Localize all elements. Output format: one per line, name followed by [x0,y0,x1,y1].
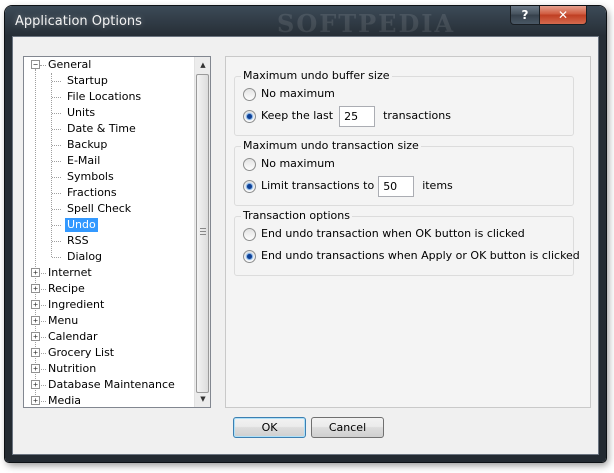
end-on-ok-label: End undo transaction when OK button is c… [261,227,525,240]
tree-label: Startup [67,74,108,87]
tree-scrollbar[interactable]: ▲ ▼ [194,57,210,407]
tree-label: E-Mail [67,154,101,167]
tree-label: Undo [65,218,98,232]
tree-label: Symbols [67,170,114,183]
end-on-apply-ok-radio[interactable] [243,249,256,263]
expand-icon[interactable]: + [31,268,40,277]
end-on-ok-option[interactable]: End undo transaction when OK button is c… [243,224,525,244]
tree-label: Calendar [48,330,98,343]
close-icon: ✕ [557,8,569,22]
scrollbar-thumb[interactable] [196,74,209,393]
options-tree[interactable]: − General Startup File Locations Units Date… [23,56,211,408]
help-icon: ? [521,8,529,22]
end-on-apply-ok-label: End undo transactions when Apply or OK b… [261,249,580,262]
tree-label: Dialog [67,250,103,263]
tree-label: Fractions [67,186,117,199]
buffer-no-maximum-label: No maximum [261,87,335,100]
expand-icon[interactable]: + [31,316,40,325]
tree-label: Backup [67,138,108,151]
end-on-apply-ok-option[interactable]: End undo transactions when Apply or OK b… [243,246,580,266]
tree-label: Internet [48,266,92,279]
expand-icon[interactable]: + [31,396,40,405]
tree-label: Grocery List [48,346,115,359]
transaction-options-group: Transaction options End undo transaction… [234,209,580,276]
buffer-no-maximum-radio[interactable] [243,87,256,101]
limit-radio[interactable] [243,179,256,193]
undo-transaction-group: Maximum undo transaction size No maximum… [234,139,574,206]
buffer-no-maximum-option[interactable]: No maximum [243,84,335,104]
undo-settings-panel: Maximum undo buffer size No maximum Keep… [225,56,591,408]
tree-label-general: General [48,58,92,71]
undo-buffer-title: Maximum undo buffer size [241,69,392,82]
keep-last-unit: transactions [383,109,451,122]
transaction-no-maximum-option[interactable]: No maximum [243,154,335,174]
limit-unit: items [422,179,453,192]
tree-label: RSS [67,234,89,247]
limit-input[interactable]: 50 [378,175,415,197]
keep-last-option[interactable]: Keep the last 25 transactions [243,105,451,127]
expand-icon[interactable]: + [31,332,40,341]
tree-label: Units [67,106,96,119]
watermark: SOFTPEDIA [277,9,456,38]
help-button[interactable]: ? [510,6,540,25]
keep-last-input[interactable]: 25 [339,105,376,127]
collapse-icon[interactable]: − [31,60,40,69]
limit-label: Limit transactions to [261,179,375,192]
tree-label: Menu [48,314,79,327]
tree-label: Nutrition [48,362,97,375]
title-bar[interactable]: Application Options SOFTPEDIA ? ✕ [5,6,606,38]
scroll-up-icon[interactable]: ▲ [195,57,210,73]
tree-label: Spell Check [67,202,132,215]
expand-icon[interactable]: + [31,380,40,389]
window-title: Application Options [15,14,142,29]
tree-label: Database Maintenance [48,378,175,391]
expand-icon[interactable]: + [31,364,40,373]
transaction-no-maximum-radio[interactable] [243,157,256,171]
grip-icon [200,228,206,235]
tree-label: Media [48,394,82,407]
limit-option[interactable]: Limit transactions to 50 items [243,175,453,197]
tree-label: Date & Time [67,122,136,135]
close-button[interactable]: ✕ [539,6,587,25]
scroll-down-icon[interactable]: ▼ [195,391,210,407]
dialog-client-area: − General Startup File Locations Units Date… [12,36,599,455]
tree-label: Recipe [48,282,85,295]
undo-buffer-group: Maximum undo buffer size No maximum Keep… [234,69,574,136]
tree-label: File Locations [67,90,142,103]
cancel-button[interactable]: Cancel [311,417,384,438]
keep-last-radio[interactable] [243,109,256,123]
end-on-ok-radio[interactable] [243,227,256,241]
undo-transaction-title: Maximum undo transaction size [241,139,421,152]
expand-icon[interactable]: + [31,348,40,357]
expand-icon[interactable]: + [31,300,40,309]
tree-label: Ingredient [48,298,105,311]
transaction-no-maximum-label: No maximum [261,157,335,170]
ok-button[interactable]: OK [233,417,306,438]
keep-last-label: Keep the last [261,109,334,122]
tree-child-line [51,73,52,257]
application-options-window: Application Options SOFTPEDIA ? ✕ − Gene… [5,6,606,462]
transaction-options-title: Transaction options [241,209,352,222]
expand-icon[interactable]: + [31,284,40,293]
